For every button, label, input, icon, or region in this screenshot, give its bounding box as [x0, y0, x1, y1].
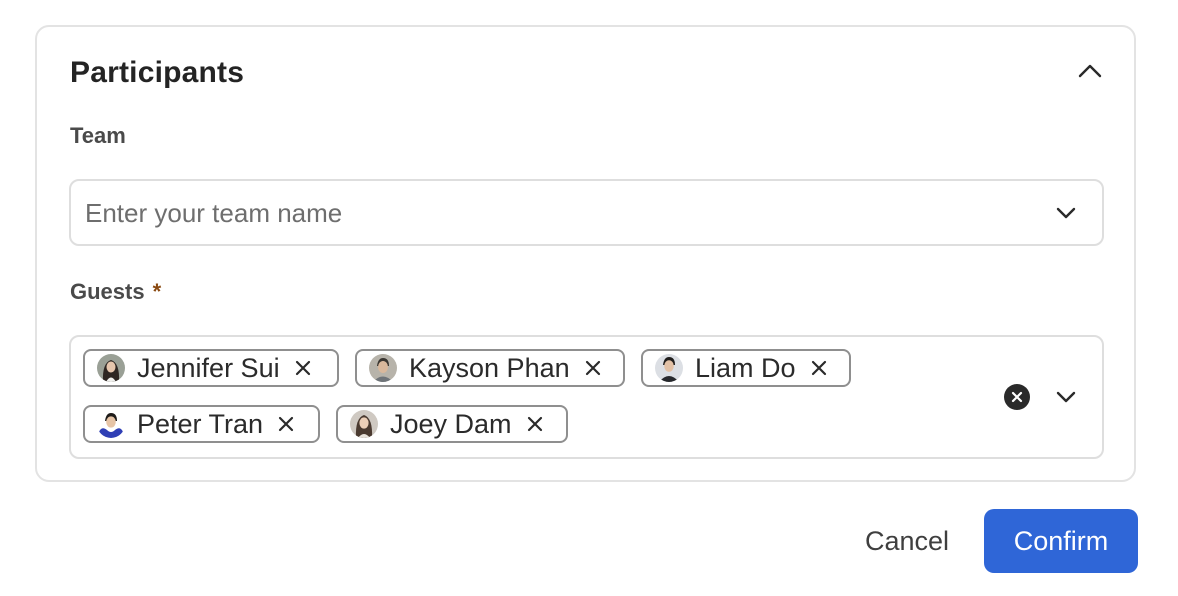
avatar-peter-tran: [97, 410, 125, 438]
remove-guest-button[interactable]: [582, 357, 604, 379]
close-icon: [278, 416, 294, 432]
avatar-liam-do: [655, 354, 683, 382]
guest-chip: Kayson Phan: [355, 349, 625, 387]
remove-guest-button[interactable]: [275, 413, 297, 435]
guest-chip-label: Jennifer Sui: [137, 352, 280, 383]
guest-chip: Joey Dam: [336, 405, 568, 443]
required-marker: *: [152, 279, 162, 304]
guest-chip-label: Liam Do: [695, 352, 796, 383]
guest-chip-label: Joey Dam: [390, 408, 512, 439]
avatar-joey-dam: [350, 410, 378, 438]
guests-label-text: Guests: [70, 279, 145, 304]
team-select[interactable]: [69, 179, 1104, 246]
guests-label: Guests *: [70, 279, 161, 305]
close-icon: [811, 360, 826, 376]
team-label: Team: [70, 123, 126, 148]
participants-panel: Participants Team Guests *: [35, 25, 1136, 482]
guests-dropdown-toggle[interactable]: [1048, 379, 1084, 415]
avatar-jennifer-sui: [97, 354, 125, 382]
cancel-button[interactable]: Cancel: [850, 509, 964, 573]
panel-title: Participants: [70, 56, 245, 89]
chevron-up-icon: [1078, 64, 1102, 78]
clear-guests-button[interactable]: [1004, 384, 1030, 410]
avatar-kayson-phan: [369, 354, 397, 382]
remove-guest-button[interactable]: [292, 357, 314, 379]
chevron-down-icon: [1056, 207, 1076, 219]
team-input[interactable]: [83, 181, 987, 246]
guests-select[interactable]: Jennifer Sui Kayson Phan Liam Do Peter T…: [69, 335, 1104, 459]
confirm-button[interactable]: Confirm: [984, 509, 1138, 573]
guest-chip-label: Peter Tran: [137, 408, 264, 439]
chevron-down-icon: [1056, 391, 1076, 403]
close-icon: [527, 416, 542, 432]
remove-guest-button[interactable]: [808, 357, 830, 379]
close-icon: [295, 360, 310, 376]
collapse-button[interactable]: [1072, 53, 1108, 89]
team-dropdown-toggle[interactable]: [1048, 195, 1084, 231]
guest-chip: Peter Tran: [83, 405, 320, 443]
guest-chip: Liam Do: [641, 349, 851, 387]
guest-chip-label: Kayson Phan: [409, 352, 570, 383]
close-icon: [585, 360, 600, 376]
clear-circle-icon: [1011, 391, 1023, 403]
remove-guest-button[interactable]: [524, 413, 546, 435]
guest-chip: Jennifer Sui: [83, 349, 339, 387]
